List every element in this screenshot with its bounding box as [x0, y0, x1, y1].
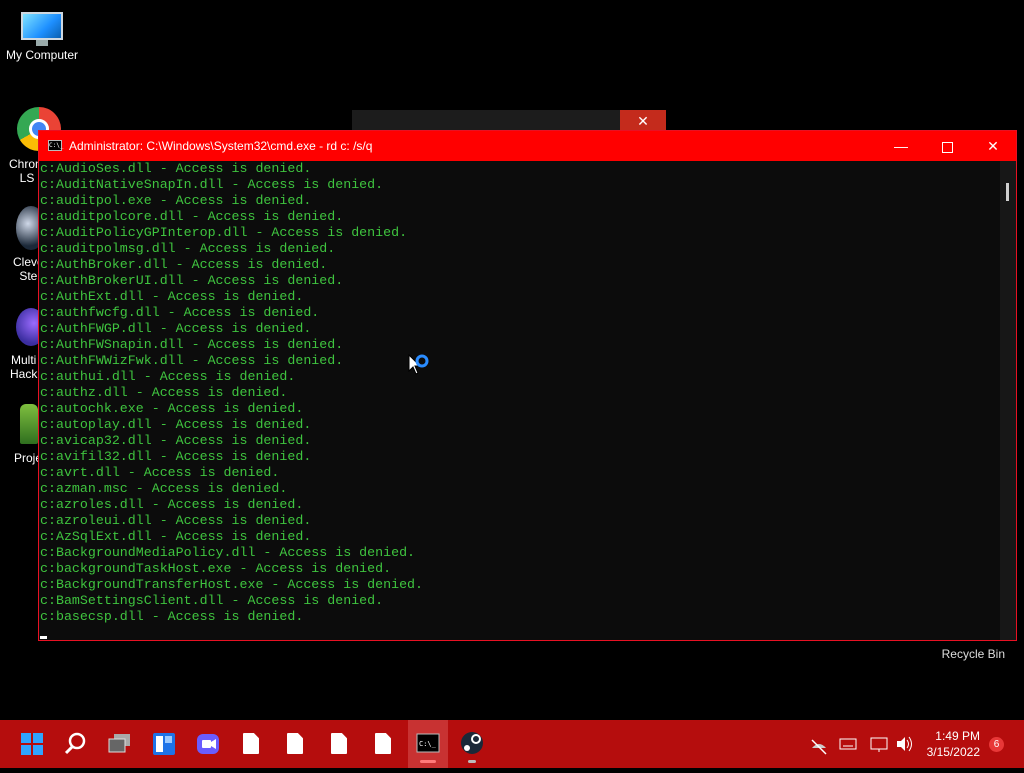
desktop-icon-project[interactable]: [20, 404, 38, 444]
console-line: c:auditpol.exe - Access is denied.: [40, 193, 312, 208]
taskbar-file-2[interactable]: [276, 720, 316, 768]
console-line: c:auditpolmsg.dll - Access is denied.: [40, 241, 336, 256]
console-line: c:auditpolcore.dll - Access is denied.: [40, 209, 344, 224]
task-view-button[interactable]: [100, 720, 140, 768]
console-line: c:azman.msc - Access is denied.: [40, 481, 288, 496]
desktop-icon-label: Multi Hack: [10, 353, 38, 381]
console-line: c:AuthBrokerUI.dll - Access is denied.: [40, 273, 344, 288]
minimize-button[interactable]: —: [878, 131, 924, 161]
desktop-icon-my-computer[interactable]: My Computer: [0, 12, 84, 62]
console-line: c:azroleui.dll - Access is denied.: [40, 513, 312, 528]
console-line: c:AudioSes.dll - Access is denied.: [40, 161, 312, 176]
console-line: c:avicap32.dll - Access is denied.: [40, 433, 312, 448]
notification-badge[interactable]: 6: [989, 737, 1004, 752]
file-icon: [287, 733, 303, 754]
vertical-scrollbar[interactable]: [1000, 161, 1016, 640]
maximize-button[interactable]: [924, 131, 970, 161]
clock[interactable]: 1:49 PM 3/15/2022: [927, 728, 980, 760]
running-indicator: [468, 760, 476, 763]
console-output[interactable]: c:AudioSes.dll - Access is denied. c:Audi…: [39, 161, 1000, 640]
text-cursor: [40, 636, 47, 639]
active-indicator: [420, 760, 436, 763]
console-line: c:AuditPolicyGPInterop.dll - Access is d…: [40, 225, 408, 240]
taskbar-cmd[interactable]: C:\_: [408, 720, 448, 768]
widgets-icon: [153, 733, 175, 755]
close-button[interactable]: ✕: [620, 110, 666, 132]
console-line: c:AzSqlExt.dll - Access is denied.: [40, 529, 312, 544]
start-icon: [21, 733, 43, 755]
console-line: c:backgroundTaskHost.exe - Access is den…: [40, 561, 392, 576]
file-icon: [243, 733, 259, 754]
console-line: c:AuthFWWizFwk.dll - Access is denied.: [40, 353, 344, 368]
console-line: c:basecsp.dll - Access is denied.: [40, 609, 304, 624]
display-icon[interactable]: [868, 720, 890, 768]
console-line: c:autoplay.dll - Access is denied.: [40, 417, 312, 432]
widgets-button[interactable]: [144, 720, 184, 768]
clock-date: 3/15/2022: [926, 745, 980, 759]
console-line: c:avrt.dll - Access is denied.: [40, 465, 280, 480]
chat-button[interactable]: [188, 720, 228, 768]
task-view-icon: [108, 734, 130, 753]
console-line: c:authui.dll - Access is denied.: [40, 369, 296, 384]
console-line: c:AuthFWGP.dll - Access is denied.: [40, 321, 312, 336]
taskbar: C:\_ 1:49 PM 3/15/2022 6: [0, 720, 1024, 768]
console-line: c:azroles.dll - Access is denied.: [40, 497, 304, 512]
start-button[interactable]: [12, 720, 52, 768]
file-icon: [375, 733, 391, 754]
volume-icon[interactable]: [893, 720, 915, 768]
busy-cursor-icon: [408, 353, 429, 375]
console-line: c:AuthBroker.dll - Access is denied.: [40, 257, 328, 272]
console-line: c:BamSettingsClient.dll - Access is deni…: [40, 593, 384, 608]
cmd-window[interactable]: C:\_ Administrator: C:\Windows\System32\…: [38, 130, 1017, 641]
taskbar-steam[interactable]: [452, 720, 492, 768]
console-line: c:BackgroundMediaPolicy.dll - Access is …: [40, 545, 416, 560]
maximize-icon: [941, 141, 953, 153]
console-line: c:AuditNativeSnapIn.dll - Access is deni…: [40, 177, 384, 192]
window-title: Administrator: C:\Windows\System32\cmd.e…: [69, 139, 373, 153]
console-line: c:avifil32.dll - Access is denied.: [40, 449, 312, 464]
close-button[interactable]: ✕: [970, 131, 1016, 161]
console-line: c:authfwcfg.dll - Access is denied.: [40, 305, 320, 320]
computer-icon: [21, 12, 63, 46]
taskbar-file-3[interactable]: [320, 720, 360, 768]
console-line: c:autochk.exe - Access is denied.: [40, 401, 304, 416]
search-button[interactable]: [56, 720, 96, 768]
keyboard-icon[interactable]: [837, 720, 859, 768]
taskbar-file-4[interactable]: [364, 720, 404, 768]
console-line: c:AuthFWSnapin.dll - Access is denied.: [40, 337, 344, 352]
search-icon: [64, 732, 86, 755]
title-bar[interactable]: C:\_ Administrator: C:\Windows\System32\…: [39, 131, 1016, 161]
chat-icon: [197, 734, 219, 754]
scrollbar-thumb[interactable]: [1006, 183, 1009, 201]
network-off-icon[interactable]: [808, 720, 830, 768]
console-line: c:BackgroundTransferHost.exe - Access is…: [40, 577, 424, 592]
svg-text:C:\_: C:\_: [419, 740, 437, 748]
clock-time: 1:49 PM: [935, 729, 980, 743]
console-line: c:authz.dll - Access is denied.: [40, 385, 288, 400]
desktop-icon-label: My Computer: [5, 48, 79, 62]
background-dialog: ✕: [352, 110, 666, 132]
taskbar-file-1[interactable]: [232, 720, 272, 768]
console-line: c:AuthExt.dll - Access is denied.: [40, 289, 304, 304]
recycle-bin-label[interactable]: Recycle Bin: [942, 647, 1005, 661]
cmd-icon: C:\_: [48, 140, 64, 151]
file-icon: [331, 733, 347, 754]
